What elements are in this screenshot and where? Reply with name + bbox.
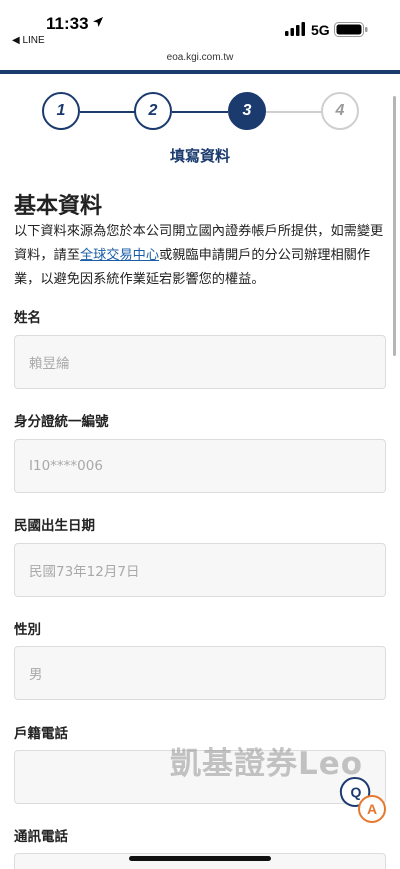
name-field[interactable]: 賴昱綸 — [14, 335, 386, 389]
step-2: 2 — [134, 92, 172, 130]
step-4: 4 — [321, 92, 359, 130]
watermark: 凱基證券Leo — [170, 746, 364, 782]
step-3: 3 — [228, 92, 266, 130]
contact-phone-label: 通訊電話 — [14, 829, 68, 845]
current-step-caption: 填寫資料 — [169, 147, 230, 165]
home-indicator[interactable] — [129, 856, 271, 861]
back-to-line-button[interactable]: ◀ LINE — [12, 35, 45, 46]
q-label: Q — [351, 784, 362, 800]
name-label: 姓名 — [14, 310, 41, 326]
id-number-field[interactable]: I10****006 — [14, 439, 386, 493]
birth-date-field[interactable]: 民國73年12月7日 — [14, 543, 386, 597]
global-trading-center-link[interactable]: 全球交易中心 — [80, 248, 159, 263]
step-connector — [80, 111, 136, 113]
battery-icon — [334, 22, 368, 37]
header-rule — [0, 70, 400, 74]
network-type: 5G — [311, 22, 330, 38]
qa-chat-button[interactable]: Q A — [338, 774, 388, 826]
gender-label: 性別 — [14, 622, 41, 638]
clock: 11:33 — [46, 14, 89, 33]
location-arrow-icon — [93, 17, 103, 27]
signal-icon — [285, 22, 305, 36]
browser-url[interactable]: eoa.kgi.com.tw — [0, 52, 400, 69]
step-1: 1 — [42, 92, 80, 130]
scrollbar[interactable] — [393, 96, 396, 356]
status-bar: 11:33 ◀ LINE 5G — [0, 0, 400, 50]
section-title: 基本資料 — [14, 194, 103, 219]
birth-date-label: 民國出生日期 — [14, 518, 95, 534]
intro-text: 以下資料來源為您於本公司開立國內證券帳戶所提供，如需變更資料，請至全球交易中心或… — [14, 220, 386, 292]
progress-stepper: 1 2 3 4 — [0, 92, 400, 132]
step-connector — [264, 111, 322, 113]
home-phone-label: 戶籍電話 — [14, 726, 68, 742]
gender-field[interactable]: 男 — [14, 646, 386, 700]
step-connector — [172, 111, 228, 113]
id-number-label: 身分證統一編號 — [14, 414, 109, 430]
a-label: A — [367, 801, 377, 817]
